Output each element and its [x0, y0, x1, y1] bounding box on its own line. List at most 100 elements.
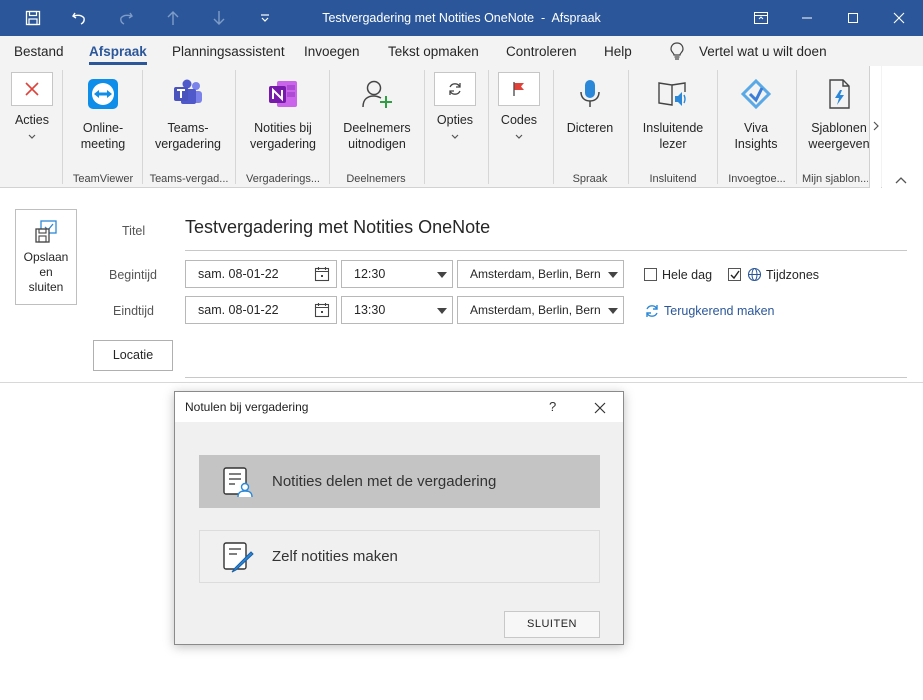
end-timezone-value: Amsterdam, Berlin, Bern	[470, 303, 601, 317]
shared-notes-icon	[220, 465, 254, 504]
teams-meeting-button[interactable]: Teams- vergadering	[148, 78, 228, 152]
chevron-down-icon[interactable]	[437, 272, 447, 278]
online-meeting-label: Online- meeting	[80, 121, 126, 151]
own-notes-label: Zelf notities maken	[272, 548, 398, 565]
close-window-icon[interactable]	[876, 0, 922, 36]
flag-icon	[513, 82, 524, 96]
title-label: Titel	[122, 224, 146, 238]
ribbon-separator	[62, 70, 63, 184]
start-timezone-field[interactable]: Amsterdam, Berlin, Bern	[457, 260, 624, 288]
invite-attendees-label: Deelnemers uitnodigen	[343, 121, 411, 151]
codes-box[interactable]	[498, 72, 540, 106]
start-time-field[interactable]: 12:30	[341, 260, 453, 288]
start-timezone-value: Amsterdam, Berlin, Bern	[470, 267, 601, 281]
end-date-value: sam. 08-01-22	[198, 303, 279, 317]
close-icon[interactable]	[594, 401, 606, 419]
own-notes-option[interactable]: Zelf notities maken	[199, 530, 600, 583]
codes-button[interactable]: Codes	[494, 112, 544, 144]
acties-button[interactable]: Acties	[8, 112, 56, 144]
chevron-right-icon	[873, 121, 879, 131]
dictate-label: Dicteren	[566, 121, 614, 135]
tab-planningsassistent[interactable]: Planningsassistent	[172, 44, 285, 59]
share-notes-label: Notities delen met de vergadering	[272, 473, 497, 490]
tab-afspraak[interactable]: Afspraak	[89, 44, 147, 65]
start-time-value: 12:30	[354, 267, 386, 281]
ribbon: Acties Online- meeting TeamViewer Teams-…	[0, 66, 882, 188]
chevron-down-icon[interactable]	[608, 272, 618, 278]
edit-notes-icon	[220, 540, 254, 579]
checkmark-icon	[730, 270, 740, 280]
tab-tekst-opmaken[interactable]: Tekst opmaken	[388, 44, 479, 59]
share-notes-option[interactable]: Notities delen met de vergadering	[199, 455, 600, 508]
save-and-close-label: Opslaan en sluiten	[23, 250, 69, 294]
group-teams: Teams-vergad...	[149, 173, 229, 185]
title-input[interactable]: Testvergadering met Notities OneNote	[185, 215, 907, 251]
dialog-close-button[interactable]: SLUITEN	[504, 611, 600, 638]
view-templates-label: Sjablonen weergeven	[808, 121, 870, 151]
opties-label: Opties	[436, 113, 474, 127]
refresh-icon	[449, 83, 461, 95]
ribbon-separator	[329, 70, 330, 184]
location-button[interactable]: Locatie	[93, 340, 173, 371]
collapse-ribbon-icon[interactable]	[895, 176, 907, 184]
group-insluitend: Insluitend	[649, 173, 697, 185]
opties-box[interactable]	[434, 72, 476, 106]
opties-button[interactable]: Opties	[430, 112, 480, 144]
dictate-button[interactable]: Dicteren	[560, 78, 620, 136]
group-vergadering: Vergaderings...	[246, 173, 320, 185]
start-date-value: sam. 08-01-22	[198, 267, 279, 281]
calendar-icon[interactable]	[314, 302, 330, 321]
ribbon-separator	[717, 70, 718, 184]
meeting-notes-dialog: Notulen bij vergadering ? Notities delen…	[174, 391, 624, 645]
viva-insights-button[interactable]: Viva Insights	[724, 78, 788, 152]
location-input[interactable]	[185, 377, 907, 378]
codes-label: Codes	[500, 113, 538, 127]
end-time-field[interactable]: 13:30	[341, 296, 453, 324]
tab-help[interactable]: Help	[604, 44, 632, 59]
tab-invoegen[interactable]: Invoegen	[304, 44, 360, 59]
end-time-label: Eindtijd	[113, 304, 154, 318]
tab-bestand[interactable]: Bestand	[14, 44, 64, 59]
maximize-icon[interactable]	[830, 0, 876, 36]
ribbon-separator	[553, 70, 554, 184]
tab-controleren[interactable]: Controleren	[506, 44, 577, 59]
title-bar: Testvergadering met Notities OneNote - A…	[0, 0, 923, 36]
start-time-label: Begintijd	[109, 268, 157, 282]
invite-attendees-button[interactable]: Deelnemers uitnodigen	[336, 78, 418, 152]
end-timezone-field[interactable]: Amsterdam, Berlin, Bern	[457, 296, 624, 324]
ribbon-scroll-right[interactable]	[869, 66, 881, 188]
group-spraak: Spraak	[572, 173, 608, 185]
end-time-value: 13:30	[354, 303, 386, 317]
ribbon-separator	[142, 70, 143, 184]
ribbon-separator	[628, 70, 629, 184]
recurrence-icon[interactable]	[644, 303, 660, 319]
start-date-field[interactable]: sam. 08-01-22	[185, 260, 337, 288]
view-templates-button[interactable]: Sjablonen weergeven	[804, 78, 874, 152]
chevron-down-icon[interactable]	[437, 308, 447, 314]
online-meeting-button[interactable]: Online- meeting	[70, 78, 136, 152]
dialog-header: Notulen bij vergadering ?	[175, 392, 623, 422]
tell-me-search[interactable]: Vertel wat u wilt doen	[699, 44, 827, 59]
immersive-reader-button[interactable]: Insluitende lezer	[638, 78, 708, 152]
acties-box[interactable]	[11, 72, 53, 106]
template-icon	[829, 79, 850, 109]
group-deelnemers: Deelnemers	[346, 173, 406, 185]
all-day-label: Hele dag	[662, 268, 713, 282]
add-person-icon	[362, 80, 392, 108]
minimize-icon[interactable]	[784, 0, 830, 36]
timezones-checkbox[interactable]	[728, 268, 741, 281]
chevron-down-icon[interactable]	[608, 308, 618, 314]
help-button[interactable]: ?	[549, 399, 556, 414]
microphone-icon	[580, 80, 600, 107]
group-mijn-sjablonen: Mijn sjablon...	[802, 173, 868, 185]
end-date-field[interactable]: sam. 08-01-22	[185, 296, 337, 324]
all-day-checkbox[interactable]	[644, 268, 657, 281]
ribbon-separator	[235, 70, 236, 184]
ribbon-display-icon[interactable]	[738, 0, 784, 36]
dialog-title: Notulen bij vergadering	[185, 400, 309, 414]
viva-icon	[740, 78, 772, 110]
meeting-notes-button[interactable]: Notities bij vergadering	[244, 78, 322, 152]
save-and-close-button[interactable]: Opslaan en sluiten	[15, 209, 77, 305]
make-recurring-link[interactable]: Terugkerend maken	[664, 304, 774, 318]
calendar-icon[interactable]	[314, 266, 330, 285]
